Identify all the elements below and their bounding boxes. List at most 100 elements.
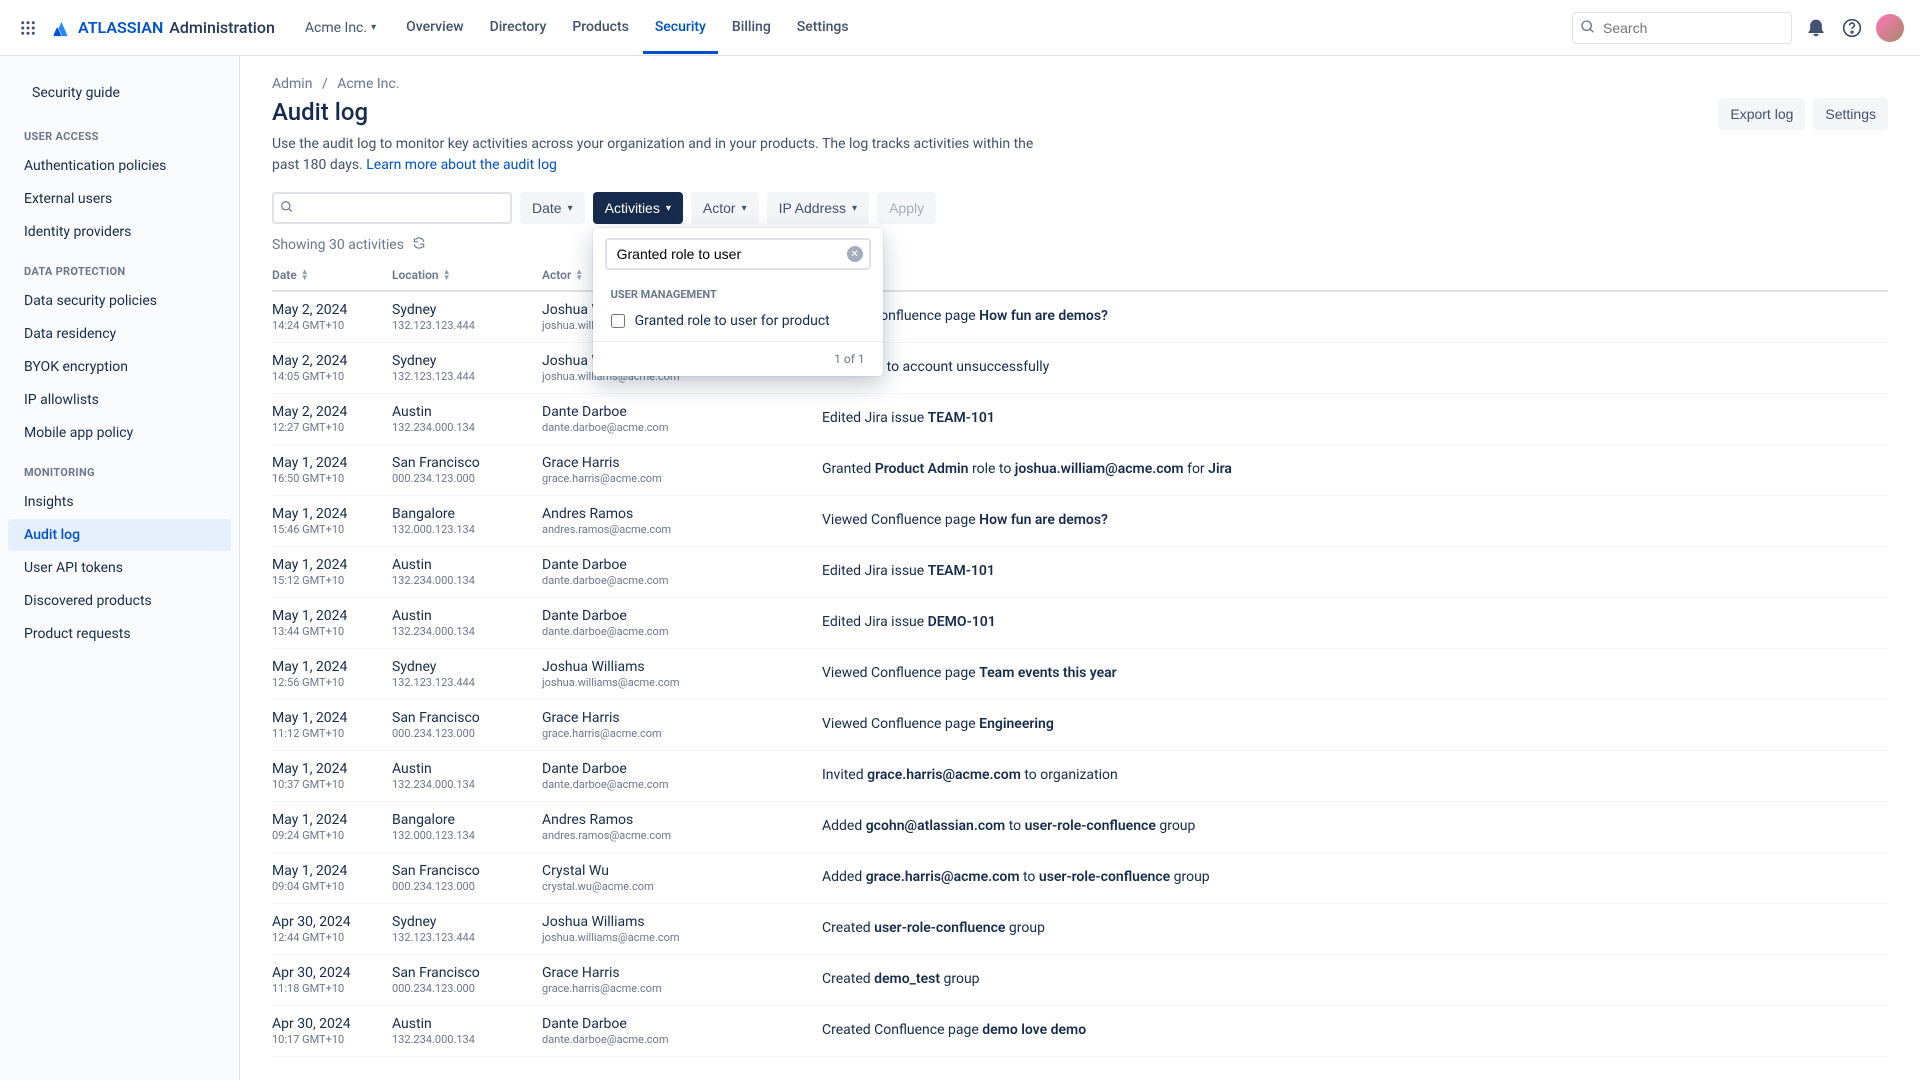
org-name: Acme Inc.: [305, 20, 367, 36]
sidebar-group-label: USER ACCESS: [0, 114, 239, 149]
page-title: Audit log: [272, 98, 1052, 126]
cell-date: May 1, 202415:12 GMT+10: [272, 557, 392, 587]
sidebar-item-mobile-app-policy[interactable]: Mobile app policy: [8, 417, 231, 449]
cell-date: May 1, 202409:24 GMT+10: [272, 812, 392, 842]
cell-location: Austin132.234.000.134: [392, 761, 542, 791]
table-row: May 1, 202415:12 GMT+10Austin132.234.000…: [272, 547, 1888, 598]
sidebar-item-data-residency[interactable]: Data residency: [8, 318, 231, 350]
sidebar-group-label: MONITORING: [0, 450, 239, 485]
apply-button[interactable]: Apply: [877, 192, 936, 224]
cell-date: May 1, 202410:37 GMT+10: [272, 761, 392, 791]
popover-option[interactable]: Granted role to user for product: [593, 305, 883, 337]
audit-search-input[interactable]: [272, 192, 512, 224]
chevron-down-icon: ▾: [742, 203, 747, 214]
nav-tab-overview[interactable]: Overview: [394, 1, 475, 54]
filter-activities-button[interactable]: Activities▾: [593, 192, 683, 224]
search-icon: [280, 200, 294, 218]
popover-option-label: Granted role to user for product: [635, 313, 830, 329]
table-row: May 2, 202414:05 GMT+10Sydney132.123.123…: [272, 343, 1888, 394]
nav-tabs: OverviewDirectoryProductsSecurityBilling…: [394, 1, 860, 54]
chevron-down-icon: ▾: [568, 203, 573, 214]
sidebar-item-discovered-products[interactable]: Discovered products: [8, 585, 231, 617]
cell-activity: Invited grace.harris@acme.com to organiz…: [822, 761, 1888, 791]
notifications-icon[interactable]: [1804, 16, 1828, 40]
sidebar-item-security-guide[interactable]: Security guide: [16, 77, 223, 109]
cell-location: Austin132.234.000.134: [392, 404, 542, 434]
sidebar-item-ip-allowlists[interactable]: IP allowlists: [8, 384, 231, 416]
cell-date: Apr 30, 202412:44 GMT+10: [272, 914, 392, 944]
cell-date: May 2, 202414:05 GMT+10: [272, 353, 392, 383]
sidebar-item-user-api-tokens[interactable]: User API tokens: [8, 552, 231, 584]
showing-count: Showing 30 activities: [272, 236, 1888, 254]
cell-location: Austin132.234.000.134: [392, 1016, 542, 1046]
app-switcher-icon[interactable]: [16, 16, 40, 40]
top-navigation: ATLASSIAN Administration Acme Inc. ▾ Ove…: [0, 0, 1920, 56]
sidebar-item-data-security-policies[interactable]: Data security policies: [8, 285, 231, 317]
export-log-button[interactable]: Export log: [1718, 98, 1805, 130]
cell-actor: Joshua Williamsjoshua.williams@acme.com: [542, 914, 822, 944]
main-content: Admin / Acme Inc. Audit log Use the audi…: [240, 56, 1920, 1080]
atlassian-logo[interactable]: ATLASSIAN Administration: [52, 18, 275, 38]
cell-activity: Viewed Confluence page Team events this …: [822, 659, 1888, 689]
cell-activity: Created demo_test group: [822, 965, 1888, 995]
atlassian-icon: [52, 18, 72, 38]
th-date[interactable]: Date ▲▼: [272, 268, 392, 282]
cell-date: May 1, 202416:50 GMT+10: [272, 455, 392, 485]
table-row: Apr 30, 202411:18 GMT+10San Francisco000…: [272, 955, 1888, 1006]
user-avatar[interactable]: [1876, 14, 1904, 42]
chevron-down-icon: ▾: [371, 22, 376, 33]
learn-more-link[interactable]: Learn more about the audit log: [366, 157, 557, 173]
clear-icon[interactable]: ✕: [847, 246, 863, 262]
sidebar-item-insights[interactable]: Insights: [8, 486, 231, 518]
chevron-down-icon: ▾: [852, 203, 857, 214]
breadcrumb-org[interactable]: Acme Inc.: [337, 76, 399, 92]
cell-date: May 1, 202415:46 GMT+10: [272, 506, 392, 536]
help-icon[interactable]: [1840, 16, 1864, 40]
nav-tab-directory[interactable]: Directory: [478, 1, 559, 54]
sort-icon: ▲▼: [301, 269, 309, 281]
cell-date: May 2, 202414:24 GMT+10: [272, 302, 392, 332]
sidebar-item-external-users[interactable]: External users: [8, 183, 231, 215]
nav-tab-products[interactable]: Products: [560, 1, 641, 54]
breadcrumb: Admin / Acme Inc.: [272, 76, 1888, 92]
table-row: May 2, 202412:27 GMT+10Austin132.234.000…: [272, 394, 1888, 445]
sidebar: Security guide USER ACCESSAuthentication…: [0, 56, 240, 1080]
cell-location: San Francisco000.234.123.000: [392, 710, 542, 740]
cell-actor: Dante Darboedante.darboe@acme.com: [542, 557, 822, 587]
cell-location: Austin132.234.000.134: [392, 557, 542, 587]
nav-tab-security[interactable]: Security: [643, 1, 718, 54]
settings-button[interactable]: Settings: [1813, 98, 1888, 130]
cell-activity: Logged in to account unsuccessfully: [822, 353, 1888, 383]
filter-date-button[interactable]: Date▾: [520, 192, 585, 224]
activities-search-input[interactable]: [605, 238, 871, 270]
popover-option-checkbox[interactable]: [611, 314, 625, 328]
sidebar-item-authentication-policies[interactable]: Authentication policies: [8, 150, 231, 182]
table-header: Date ▲▼ Location ▲▼ Actor ▲▼ Activity: [272, 260, 1888, 292]
sidebar-item-byok-encryption[interactable]: BYOK encryption: [8, 351, 231, 383]
table-row: May 1, 202413:44 GMT+10Austin132.234.000…: [272, 598, 1888, 649]
nav-tab-settings[interactable]: Settings: [785, 1, 861, 54]
cell-location: Sydney132.123.123.444: [392, 914, 542, 944]
refresh-icon[interactable]: [412, 236, 426, 254]
cell-actor: Dante Darboedante.darboe@acme.com: [542, 608, 822, 638]
cell-activity: Created user-role-confluence group: [822, 914, 1888, 944]
breadcrumb-root[interactable]: Admin: [272, 76, 312, 92]
sidebar-item-identity-providers[interactable]: Identity providers: [8, 216, 231, 248]
sidebar-item-audit-log[interactable]: Audit log: [8, 519, 231, 551]
cell-date: May 2, 202412:27 GMT+10: [272, 404, 392, 434]
filter-ip-button[interactable]: IP Address▾: [767, 192, 869, 224]
nav-tab-billing[interactable]: Billing: [720, 1, 783, 54]
global-search-input[interactable]: [1572, 12, 1792, 44]
org-selector[interactable]: Acme Inc. ▾: [295, 14, 386, 42]
cell-activity: Added grace.harris@acme.com to user-role…: [822, 863, 1888, 893]
cell-activity: Edited Jira issue TEAM-101: [822, 404, 1888, 434]
th-activity: Activity: [822, 268, 1888, 282]
sidebar-item-product-requests[interactable]: Product requests: [8, 618, 231, 650]
th-location[interactable]: Location ▲▼: [392, 268, 542, 282]
filter-bar: Date▾ Activities▾ ✕ USER MANAGEMENT Gran…: [272, 192, 1888, 224]
brand-admin: Administration: [169, 18, 275, 37]
sort-icon: ▲▼: [443, 269, 451, 281]
filter-actor-button[interactable]: Actor▾: [691, 192, 759, 224]
page-description: Use the audit log to monitor key activit…: [272, 134, 1052, 176]
cell-location: Bangalore132.000.123.134: [392, 812, 542, 842]
